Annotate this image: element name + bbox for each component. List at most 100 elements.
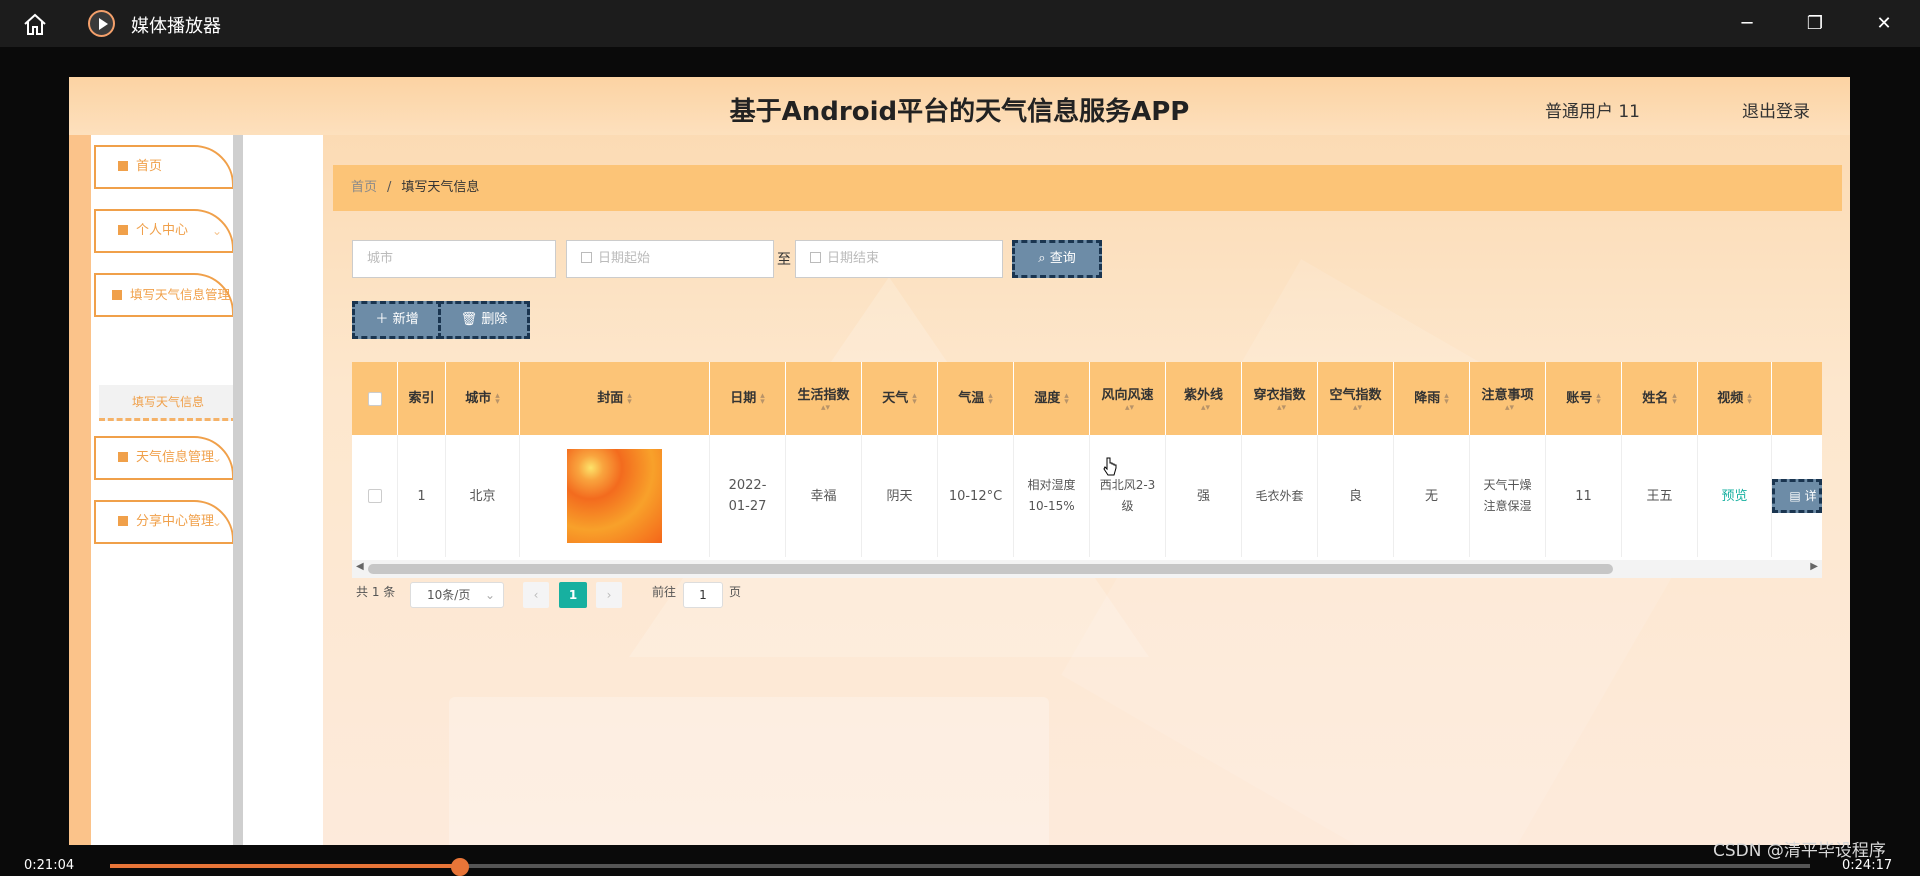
breadcrumb-home[interactable]: 首页 [351, 180, 377, 195]
sidebar-item-label: 填写天气信息管理 [130, 287, 231, 302]
header-account[interactable]: 账号 ▴ ▾ [1546, 362, 1622, 435]
header-date[interactable]: 日期 ▴ ▾ [710, 362, 786, 435]
cell-notes: 天气干燥注意保湿 [1470, 435, 1546, 557]
sort-icon[interactable]: ▴▾ [1277, 403, 1286, 412]
cell-account: 11 [1546, 435, 1622, 557]
header-rain[interactable]: 降雨 ▴ ▾ [1394, 362, 1470, 435]
header-air[interactable]: 空气指数 ▴▾ [1318, 362, 1394, 435]
sidebar-item-personal-center[interactable]: 个人中心 ⌄ [94, 209, 234, 253]
breadcrumb-separator: / [387, 180, 392, 195]
date-start-input[interactable]: 日期起始 [566, 240, 774, 278]
cell-weather: 阴天 [862, 435, 938, 557]
background-decoration [449, 697, 1049, 845]
sort-icon[interactable]: ▴▾ [760, 391, 765, 406]
sort-icon[interactable]: ▴▾ [1747, 391, 1752, 406]
maximize-button[interactable]: ❐ [1795, 10, 1835, 38]
scrollbar-thumb[interactable] [368, 564, 1613, 574]
page-size-select[interactable]: 10条/页 ⌄ [410, 582, 504, 608]
header-video[interactable]: 视频 ▴ ▾ [1698, 362, 1772, 435]
header-select-all[interactable] [352, 362, 398, 435]
search-button[interactable]: ⌕ 查询 [1012, 240, 1102, 278]
cell-air: 良 [1318, 435, 1394, 557]
header-cover[interactable]: 封面 ▴ ▾ [520, 362, 710, 435]
add-button[interactable]: ＋ 新增 [352, 301, 442, 339]
row-checkbox[interactable] [367, 489, 382, 503]
progress-knob[interactable] [451, 858, 469, 876]
logout-link[interactable]: 退出登录 [1742, 97, 1810, 122]
date-end-input[interactable]: 日期结束 [795, 240, 1003, 278]
close-button[interactable]: ✕ [1864, 10, 1904, 38]
media-player-logo-icon [88, 10, 115, 37]
time-elapsed: 0:21:04 [24, 858, 75, 873]
sidebar-item-fill-weather-mgmt[interactable]: 填写天气信息管理 [94, 273, 234, 317]
header-wind[interactable]: 风向风速 ▴▾ [1090, 362, 1166, 435]
sidebar-item-share-mgmt[interactable]: 分享中心管理 ⌄ [94, 500, 234, 544]
row-checkbox-cell[interactable] [352, 435, 398, 557]
mouse-cursor-icon [1103, 457, 1117, 476]
header-temperature[interactable]: 气温 ▴ ▾ [938, 362, 1014, 435]
chevron-down-icon: ⌄ [211, 451, 222, 465]
sort-icon[interactable]: ▴▾ [1353, 403, 1362, 412]
delete-button[interactable]: 🗑 删除 [438, 301, 530, 339]
header-uv[interactable]: 紫外线 ▴▾ [1166, 362, 1242, 435]
sort-icon[interactable]: ▴▾ [495, 391, 500, 406]
table-horizontal-scrollbar[interactable]: ◀ ▶ [352, 560, 1822, 578]
sort-icon[interactable]: ▴▾ [1201, 403, 1210, 412]
calendar-icon [810, 252, 821, 263]
add-label: 新增 [392, 312, 419, 327]
header-life-index[interactable]: 生活指数 ▴▾ [786, 362, 862, 435]
detail-label: 详 [1804, 489, 1817, 503]
sort-icon[interactable]: ▴▾ [912, 391, 917, 406]
sort-icon[interactable]: ▴▾ [1444, 391, 1449, 406]
minimize-button[interactable]: ─ [1727, 10, 1767, 38]
sidebar-item-home[interactable]: 首页 [94, 145, 234, 189]
city-input[interactable]: 城市 [352, 240, 556, 278]
goto-label: 前往 [652, 585, 677, 599]
next-page-button[interactable]: › [596, 582, 622, 608]
sort-icon[interactable]: ▴▾ [988, 391, 993, 406]
sort-icon[interactable]: ▴▾ [1064, 391, 1069, 406]
sort-icon[interactable]: ▴▾ [821, 403, 830, 412]
document-icon: ▤ [1789, 489, 1805, 503]
breadcrumb-current: 填写天气信息 [401, 180, 480, 195]
chevron-down-icon: ⌄ [211, 224, 222, 238]
page-suffix-label: 页 [729, 585, 742, 599]
sidebar-subitem-fill-weather[interactable]: 填写天气信息 [99, 385, 237, 421]
chevron-down-icon: ⌄ [484, 588, 495, 602]
scroll-right-icon[interactable]: ▶ [1810, 561, 1818, 572]
sort-icon[interactable]: ▴▾ [1596, 391, 1601, 406]
app-header: 基于Android平台的天气信息服务APP 普通用户 11 退出登录 [69, 77, 1850, 135]
cell-temperature: 10-12°C [938, 435, 1014, 557]
cell-cover [520, 435, 710, 557]
header-humidity[interactable]: 湿度 ▴ ▾ [1014, 362, 1090, 435]
video-preview-link[interactable]: 预览 [1721, 486, 1747, 507]
goto-page-input[interactable]: 1 [683, 582, 723, 608]
home-icon[interactable] [22, 11, 48, 37]
sidebar-accent [69, 135, 91, 845]
sort-icon[interactable]: ▴▾ [1672, 391, 1677, 406]
video-frame[interactable]: 基于Android平台的天气信息服务APP 普通用户 11 退出登录 首页 个人… [69, 77, 1850, 845]
select-all-checkbox[interactable] [367, 391, 382, 406]
cell-humidity: 相对湿度10-15% [1014, 435, 1090, 557]
sidebar-item-label: 天气信息管理 [136, 450, 215, 465]
breadcrumb: 首页 / 填写天气信息 [333, 165, 1842, 211]
current-page-button[interactable]: 1 [559, 582, 587, 608]
sidebar-scrollbar[interactable] [233, 135, 243, 845]
sidebar: 首页 个人中心 ⌄ 填写天气信息管理 填写天气信息 天气信息管理 ⌄ 分享中心管理 ⌄ [91, 135, 237, 845]
prev-page-button[interactable]: ‹ [523, 582, 549, 608]
sort-icon[interactable]: ▴▾ [1505, 403, 1514, 412]
header-city[interactable]: 城市 ▴ ▾ [446, 362, 520, 435]
header-name[interactable]: 姓名 ▴ ▾ [1622, 362, 1698, 435]
scroll-left-icon[interactable]: ◀ [356, 561, 364, 572]
sidebar-item-weather-mgmt[interactable]: 天气信息管理 ⌄ [94, 436, 234, 480]
progress-fill [110, 864, 460, 868]
detail-button[interactable]: ▤ 详 [1772, 479, 1822, 513]
header-clothing[interactable]: 穿衣指数 ▴▾ [1242, 362, 1318, 435]
sort-icon[interactable]: ▴▾ [627, 391, 632, 406]
cover-image[interactable] [567, 449, 662, 543]
header-notes[interactable]: 注意事项 ▴▾ [1470, 362, 1546, 435]
chevron-down-icon: ⌄ [211, 515, 222, 529]
pagination-total: 共 1 条 [356, 585, 396, 599]
header-weather[interactable]: 天气 ▴ ▾ [862, 362, 938, 435]
sort-icon[interactable]: ▴▾ [1125, 403, 1134, 412]
